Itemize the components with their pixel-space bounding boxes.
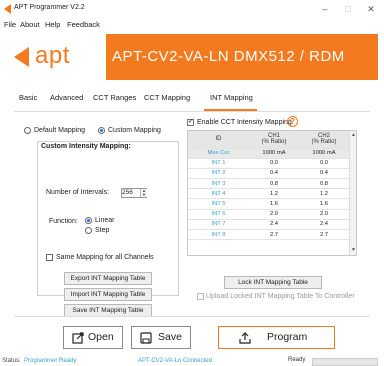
menu-bar: File About Help Feedback	[0, 18, 384, 32]
custom-mapping-title: Custom Intensity Mapping:	[41, 143, 131, 150]
scroll-down-icon[interactable]: ▼	[350, 247, 357, 254]
function-label: Function:	[49, 218, 78, 225]
apt-arrow-icon	[14, 47, 29, 67]
table-row[interactable]: INT 1 0.0 0.0	[188, 158, 349, 169]
menu-feedback[interactable]: Feedback	[67, 20, 100, 29]
status-label: Status:	[2, 358, 21, 364]
ready-label: Ready	[288, 357, 306, 363]
tab-cct-ranges[interactable]: CCT Ranges	[93, 93, 136, 102]
active-tab-indicator	[204, 109, 257, 111]
menu-about[interactable]: About	[20, 20, 40, 29]
int-mapping-table: ID CH1 (% Ratio) CH2 (% Ratio) Max Cur 100…	[187, 130, 357, 256]
table-header: ID CH1 (% Ratio) CH2 (% Ratio)	[188, 131, 349, 149]
tab-int-mapping[interactable]: INT Mapping	[210, 93, 253, 102]
default-mapping-radio[interactable]	[24, 127, 31, 134]
table-row[interactable]: INT 3 0.8 0.8	[188, 178, 349, 190]
spinner-arrows-icon[interactable]: ▲ ▼	[140, 189, 147, 197]
header-id: ID	[188, 131, 249, 149]
table-row[interactable]: INT 6 2.0 2.0	[188, 209, 349, 220]
close-button[interactable]: ✕	[364, 3, 378, 15]
device-title: APT-CV2-VA-LN DMX512 / RDM	[112, 48, 345, 65]
program-label: Program	[267, 331, 308, 343]
intervals-label: Number of Intervals:	[46, 189, 110, 196]
header-ch2: CH2 (% Ratio)	[299, 131, 349, 149]
table-row[interactable]: INT 4 1.2 1.2	[188, 188, 349, 200]
maximize-button[interactable]: □	[341, 3, 355, 15]
step-radio[interactable]	[85, 227, 92, 234]
same-mapping-checkbox[interactable]	[46, 254, 53, 261]
table-row[interactable]: INT 8 2.7 2.7	[188, 229, 349, 241]
status-text: Programmer Ready	[24, 358, 77, 364]
program-button[interactable]: Program	[218, 326, 335, 349]
table-row[interactable]: INT 7 2.4 2.4	[188, 219, 349, 231]
default-mapping-label: Default Mapping	[34, 127, 85, 134]
scroll-up-icon[interactable]: ▲	[350, 132, 357, 139]
device-status-text: APT-CV2-VA-Ln Connected	[138, 358, 212, 364]
window-title: APT Programmer V2.2	[14, 4, 85, 11]
tab-advanced[interactable]: Advanced	[50, 93, 83, 102]
step-label: Step	[95, 227, 110, 234]
custom-mapping-radio[interactable]	[98, 127, 105, 134]
apt-logo: apt	[35, 42, 70, 69]
import-mapping-button[interactable]: Import INT Mapping Table	[64, 288, 152, 301]
export-mapping-button[interactable]: Export INT Mapping Table	[64, 272, 152, 285]
open-label: Open	[88, 331, 114, 343]
enable-cct-label: Enable CCT Intensity Mapping	[197, 119, 292, 126]
table-scrollbar[interactable]: ▲ ▼	[349, 131, 356, 255]
save-button[interactable]: Save	[131, 326, 191, 349]
tab-cct-mapping[interactable]: CCT Mapping	[144, 93, 190, 102]
actions-divider	[14, 316, 370, 317]
upload-locked-checkbox[interactable]	[197, 293, 204, 300]
upload-icon	[239, 332, 251, 344]
lock-mapping-button[interactable]: Lock INT Mapping Table	[224, 276, 322, 289]
title-bar: APT Programmer V2.2 – □ ✕	[0, 0, 384, 18]
table-row[interactable]: INT 2 0.4 0.4	[188, 168, 349, 180]
enable-cct-checkbox[interactable]: ✓	[187, 118, 194, 126]
open-button[interactable]: Open	[63, 326, 123, 349]
menu-help[interactable]: Help	[45, 20, 60, 29]
app-icon	[4, 4, 11, 14]
menu-file[interactable]: File	[4, 20, 16, 29]
minimize-button[interactable]: –	[318, 3, 332, 15]
linear-radio[interactable]	[85, 217, 92, 224]
custom-mapping-label: Custom Mapping	[108, 127, 161, 134]
save-icon	[140, 332, 152, 344]
tab-bar: Basic Advanced CCT Ranges CCT Mapping IN…	[14, 86, 374, 112]
header-ch1: CH1 (% Ratio)	[249, 131, 299, 149]
progress-box	[312, 358, 378, 366]
upload-locked-label: Upload Locked INT Mapping Table To Contr…	[206, 293, 355, 300]
help-icon[interactable]: ?	[287, 116, 298, 127]
tab-basic[interactable]: Basic	[19, 93, 37, 102]
same-mapping-label: Same Mapping for all Channels	[56, 254, 154, 261]
tab-divider	[14, 111, 370, 112]
table-row[interactable]: Max Cur 1000 mA 1000 mA	[188, 148, 349, 159]
intervals-value: 256	[122, 189, 133, 196]
open-icon	[72, 332, 84, 344]
table-row[interactable]: INT 5 1.6 1.6	[188, 198, 349, 210]
linear-label: Linear	[95, 217, 115, 224]
save-label: Save	[158, 331, 182, 343]
